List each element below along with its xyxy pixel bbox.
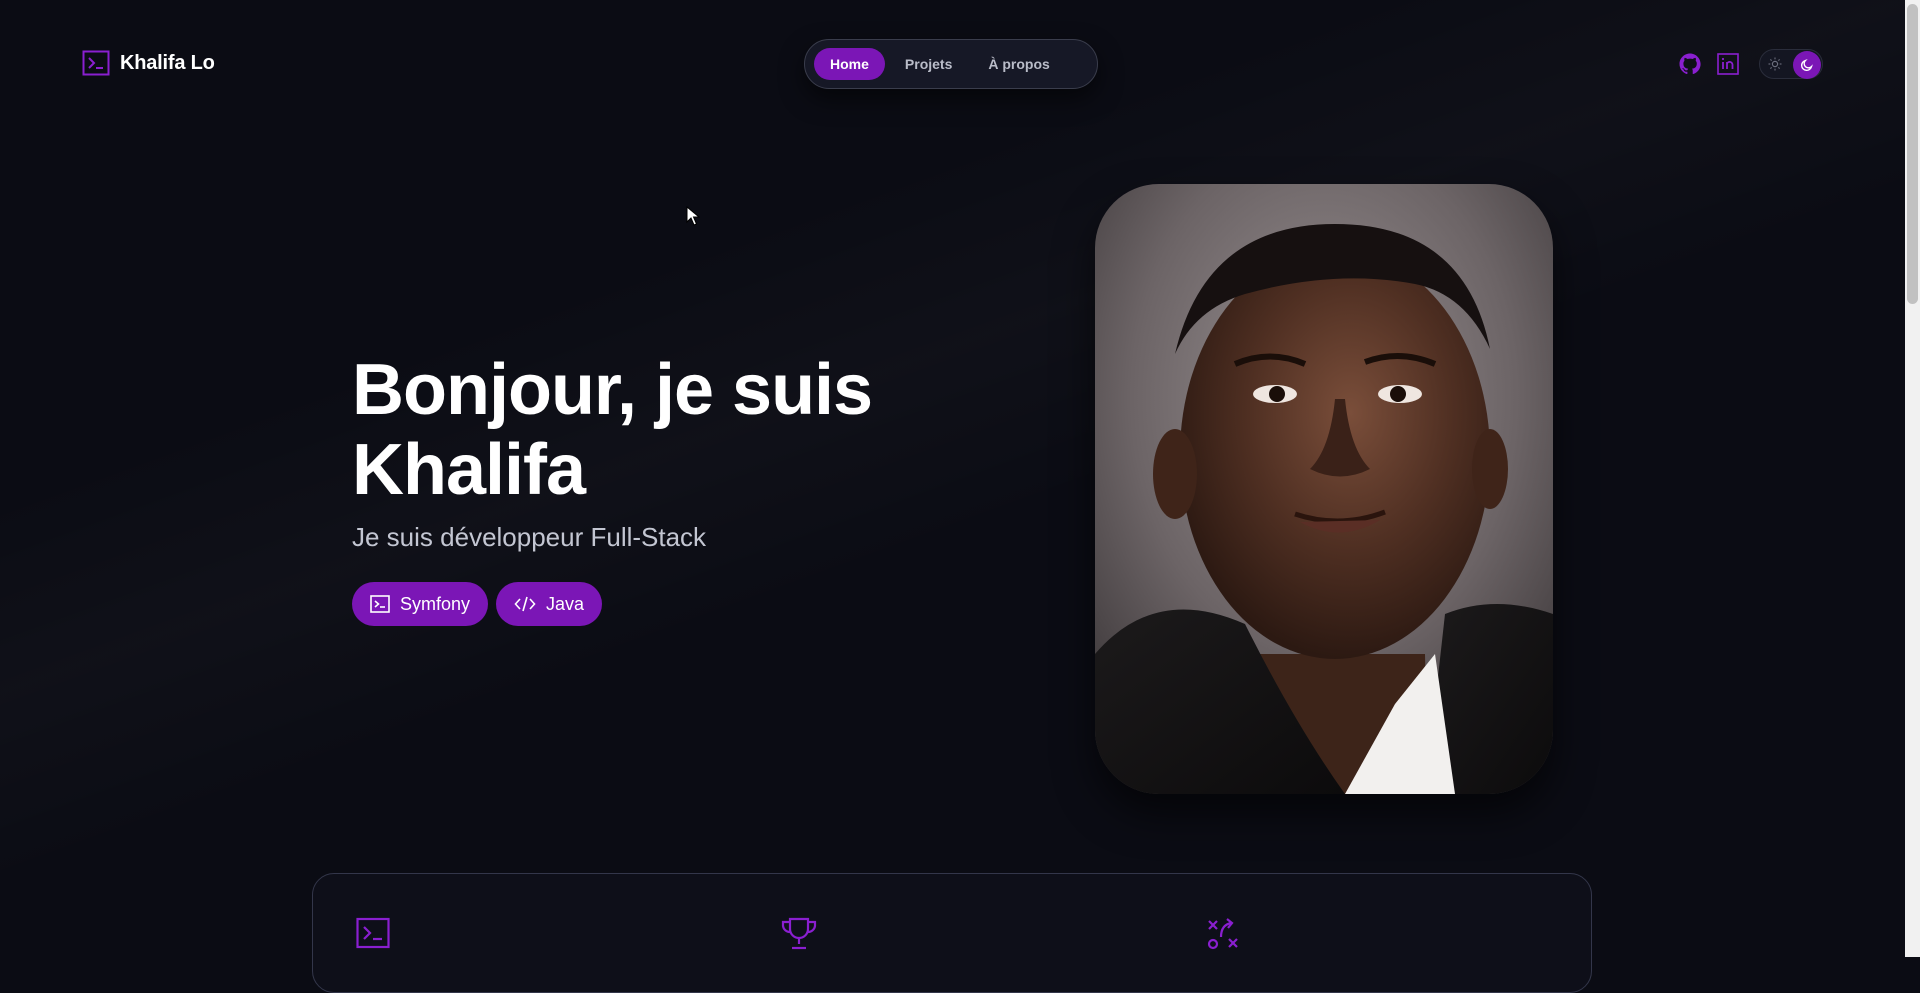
hero-title-line-1: Bonjour, je suis [352, 350, 873, 430]
terminal-icon [370, 595, 390, 613]
scrollbar-thumb[interactable] [1907, 4, 1918, 304]
portrait-illustration [1095, 184, 1553, 794]
code-icon [514, 596, 536, 612]
tag-label: Java [546, 593, 585, 614]
skills-card [312, 873, 1592, 993]
github-link[interactable] [1676, 50, 1704, 78]
trophy-icon [781, 917, 817, 950]
nav-tab-a-propos[interactable]: À propos [972, 48, 1065, 80]
linkedin-link[interactable] [1714, 50, 1742, 78]
tag-java[interactable]: Java [496, 582, 603, 626]
strategy-icon [1207, 918, 1238, 950]
skill-tags: Symfony Java [352, 582, 603, 626]
tag-label: Symfony [400, 593, 471, 614]
hero-title: Bonjour, je suis Khalifa [352, 350, 972, 510]
brand-logo-link[interactable]: Khalifa Lo [82, 50, 215, 76]
mouse-cursor-icon [686, 206, 700, 226]
tag-symfony[interactable]: Symfony [352, 582, 489, 626]
hero-title-line-2: Khalifa [352, 430, 586, 510]
theme-toggle-knob [1793, 51, 1821, 79]
moon-icon [1800, 59, 1813, 72]
main-nav: Home Projets À propos [804, 39, 1098, 89]
terminal-icon [356, 917, 390, 949]
github-icon [1679, 53, 1701, 75]
linkedin-icon [1717, 53, 1739, 75]
nav-tab-home[interactable]: Home [814, 48, 885, 80]
terminal-icon [82, 50, 110, 76]
sun-icon [1768, 57, 1782, 71]
profile-photo [1095, 184, 1553, 794]
nav-tab-projets[interactable]: Projets [889, 48, 968, 80]
theme-toggle[interactable] [1759, 49, 1823, 79]
brand-name: Khalifa Lo [120, 51, 215, 74]
hero-subtitle: Je suis développeur Full-Stack [352, 522, 707, 552]
